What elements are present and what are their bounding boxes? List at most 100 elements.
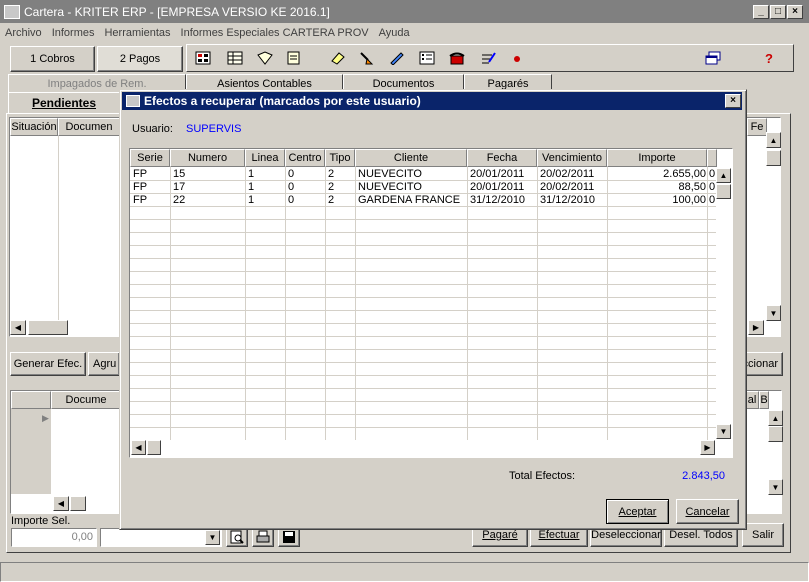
total-efectos-value: 2.843,50: [682, 470, 725, 482]
scroll-up-button[interactable]: ▲: [766, 132, 781, 148]
window-title-bar: Cartera - KRITER ERP - [EMPRESA VERSIO K…: [0, 0, 809, 23]
col-documento-2[interactable]: Docume: [51, 391, 121, 409]
col-linea[interactable]: Linea: [245, 149, 285, 167]
dlg-hscroll-thumb[interactable]: [147, 440, 161, 455]
salir-button[interactable]: Salir: [742, 523, 784, 547]
dlg-scroll-up-button[interactable]: ▲: [716, 168, 731, 183]
hscroll-thumb[interactable]: [28, 320, 68, 335]
phone-icon[interactable]: [447, 50, 467, 66]
grid-row-line: [130, 401, 716, 402]
print-icon[interactable]: [252, 527, 274, 547]
list-icon[interactable]: [417, 50, 437, 66]
menu-herramientas[interactable]: Herramientas: [99, 27, 175, 39]
dialog-close-button[interactable]: ×: [725, 94, 741, 108]
minimize-button[interactable]: _: [753, 5, 769, 19]
broom-icon[interactable]: [356, 50, 376, 66]
scroll-left-button-2[interactable]: ◀: [53, 496, 69, 511]
spreadsheet-icon[interactable]: [225, 50, 245, 66]
menu-ayuda[interactable]: Ayuda: [374, 27, 415, 39]
combo-dropdown-icon[interactable]: ▼: [205, 530, 220, 545]
dlg-scroll-thumb[interactable]: [716, 184, 731, 199]
col-al[interactable]: al: [745, 391, 759, 409]
col-numero[interactable]: Numero: [170, 149, 245, 167]
checklist-icon[interactable]: [478, 50, 498, 66]
current-row-arrow-icon: ▶: [42, 413, 49, 423]
calculator-icon[interactable]: [193, 50, 213, 66]
save-icon[interactable]: [278, 527, 300, 547]
notepad-icon[interactable]: [284, 50, 304, 66]
col-extra[interactable]: [707, 149, 717, 167]
dlg-scroll-left-button[interactable]: ◀: [131, 440, 146, 455]
grid-row-line: [130, 245, 716, 246]
eraser-icon[interactable]: [328, 50, 348, 66]
col-fecha[interactable]: Fecha: [467, 149, 537, 167]
cell-vencimiento: 31/12/2010: [540, 194, 596, 206]
col-situacion[interactable]: Situación: [10, 118, 58, 136]
scroll-down-button[interactable]: ▼: [766, 305, 781, 321]
scroll-right-button[interactable]: ▶: [748, 320, 764, 335]
maximize-button[interactable]: □: [770, 5, 786, 19]
scroll-thumb-2[interactable]: [768, 426, 783, 442]
grid-row-line: [130, 375, 716, 376]
cell-linea: 1: [248, 168, 255, 180]
col-importe[interactable]: Importe: [607, 149, 707, 167]
usuario-label: Usuario:: [132, 123, 173, 135]
grid-line: [467, 167, 468, 440]
menu-informes-especiales[interactable]: Informes Especiales CARTERA PROV: [176, 27, 374, 39]
tab-pendientes[interactable]: Pendientes: [8, 92, 120, 114]
grid-line: [707, 167, 708, 440]
generar-efectos-button[interactable]: Generar Efec.: [10, 352, 86, 376]
print-preview-icon[interactable]: [226, 527, 248, 547]
col-fe[interactable]: Fe: [747, 118, 767, 136]
hscroll-thumb-2[interactable]: [70, 496, 86, 511]
grid-row-line: [130, 323, 716, 324]
grid-line: [285, 167, 286, 440]
row-header: [11, 391, 51, 409]
window-title: Cartera - KRITER ERP - [EMPRESA VERSIO K…: [24, 4, 330, 19]
close-button[interactable]: ×: [787, 5, 803, 19]
col-documento[interactable]: Documen: [58, 118, 120, 136]
tab-pagos[interactable]: 2 Pagos: [97, 46, 183, 72]
col-cliente[interactable]: Cliente: [355, 149, 467, 167]
agrupar-button[interactable]: Agru: [88, 352, 120, 376]
filter-combo[interactable]: [100, 528, 222, 547]
book-icon[interactable]: [255, 50, 275, 66]
cancelar-button[interactable]: Cancelar: [676, 499, 739, 524]
cell-importe: 88,50: [678, 181, 706, 193]
menu-archivo[interactable]: Archivo: [0, 27, 47, 39]
cell-vencimiento: 20/02/2011: [540, 181, 595, 193]
cell-centro: 0: [288, 168, 295, 180]
col-b[interactable]: B: [759, 391, 769, 409]
cell-serie: FP: [133, 181, 148, 193]
cell-numero: 22: [173, 194, 186, 206]
windows-icon[interactable]: [703, 50, 723, 66]
aceptar-button[interactable]: Aceptar: [606, 499, 669, 524]
app-icon: [4, 4, 20, 19]
scroll-thumb[interactable]: [766, 150, 781, 166]
grid-row-line: [130, 414, 716, 415]
scroll-up-button-2[interactable]: ▲: [768, 410, 783, 426]
pencil-icon[interactable]: [387, 50, 407, 66]
cell-fecha: 20/01/2011: [470, 168, 525, 180]
col-tipo[interactable]: Tipo: [325, 149, 355, 167]
importe-sel-field[interactable]: 0,00: [11, 528, 97, 547]
grid-row-line: [130, 362, 716, 363]
cell-extra: 0: [709, 168, 716, 180]
menu-informes[interactable]: Informes: [47, 27, 100, 39]
col-vencimiento[interactable]: Vencimiento: [537, 149, 607, 167]
help-icon[interactable]: ?: [760, 50, 780, 66]
cell-numero: 17: [173, 181, 186, 193]
cell-fecha: 31/12/2010: [470, 194, 526, 206]
tab-cobros[interactable]: 1 Cobros: [10, 46, 95, 72]
record-icon[interactable]: [507, 50, 527, 66]
scroll-down-button-2[interactable]: ▼: [768, 479, 783, 495]
dlg-scroll-down-button[interactable]: ▼: [716, 424, 731, 439]
total-efectos-label: Total Efectos:: [509, 470, 576, 482]
menu-bar: Archivo Informes Herramientas Informes E…: [0, 23, 809, 43]
dlg-scroll-right-button[interactable]: ▶: [700, 440, 715, 455]
col-serie[interactable]: Serie: [130, 149, 170, 167]
cell-importe: 2.655,00: [663, 168, 706, 180]
scroll-left-button[interactable]: ◀: [10, 320, 26, 335]
col-centro[interactable]: Centro: [285, 149, 325, 167]
dialog-title: Efectos a recuperar (marcados por este u…: [144, 94, 421, 108]
